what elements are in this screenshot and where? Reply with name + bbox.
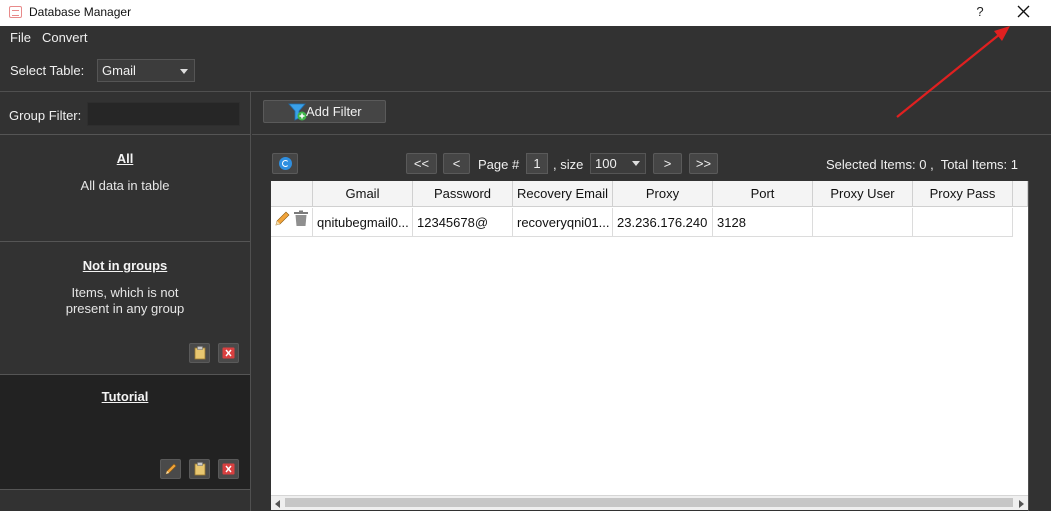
copy-group-button[interactable] <box>189 343 210 363</box>
column-header-filler <box>1013 181 1028 207</box>
divider <box>252 134 1051 135</box>
clipboard-icon <box>194 346 205 360</box>
help-button[interactable]: ? <box>970 2 990 22</box>
group-filter-input[interactable] <box>87 102 240 126</box>
title-bar: Database Manager ? <box>0 0 1051 26</box>
grid-cell[interactable]: qnitubegmail0... <box>313 208 413 237</box>
filter-add-icon <box>288 103 307 121</box>
delete-icon <box>222 347 235 359</box>
last-page-button[interactable]: >> <box>689 153 718 174</box>
column-header[interactable]: Port <box>713 181 813 207</box>
copy-group-button[interactable] <box>189 459 210 479</box>
edit-row-button[interactable] <box>274 208 291 237</box>
row-actions <box>271 208 313 237</box>
group-card-not-in-groups[interactable]: Not in groups Items, which is not presen… <box>0 241 250 374</box>
group-title: All <box>116 151 134 166</box>
page-size-dropdown[interactable]: 100 <box>590 153 646 174</box>
column-header[interactable]: Recovery Email <box>513 181 613 207</box>
group-list-footer <box>0 489 250 511</box>
scroll-left-icon[interactable] <box>275 500 280 508</box>
grid-cell[interactable]: 3128 <box>713 208 813 237</box>
column-header[interactable]: Gmail <box>313 181 413 207</box>
chevron-down-icon <box>180 69 188 74</box>
menu-bar: File Convert <box>0 27 1051 49</box>
column-header[interactable]: Proxy <box>613 181 713 207</box>
delete-row-button[interactable] <box>293 208 309 237</box>
group-description: present in any group <box>65 301 185 316</box>
menu-file[interactable]: File <box>5 27 36 49</box>
page-label: Page # <box>478 157 520 172</box>
column-header[interactable]: Proxy Pass <box>913 181 1013 207</box>
group-description: Items, which is not <box>71 285 179 300</box>
selected-items-label: Selected Items: <box>826 157 916 172</box>
refresh-icon <box>279 157 292 170</box>
total-items-label: Total Items: <box>940 157 1008 172</box>
add-filter-label: Add Filter <box>306 104 362 119</box>
next-page-button[interactable]: > <box>653 153 682 174</box>
scrollbar-thumb[interactable] <box>285 498 1013 507</box>
grid-cell[interactable]: 12345678@ <box>413 208 513 237</box>
group-description: All data in table <box>80 178 170 193</box>
first-page-button[interactable]: << <box>406 153 437 174</box>
close-icon <box>1017 5 1030 18</box>
table-row[interactable]: qnitubegmail0... 12345678@ recoveryqni01… <box>271 208 1013 237</box>
delete-group-button[interactable] <box>218 343 239 363</box>
select-table-label: Select Table: <box>10 63 85 78</box>
actions-column-header <box>271 181 313 207</box>
groups-panel: Group Filter: All All data in table Not … <box>0 92 251 511</box>
grid-cell[interactable]: 23.236.176.240 <box>613 208 713 237</box>
grid-header: Gmail Password Recovery Email Proxy Port… <box>271 181 1028 207</box>
group-filter-label: Group Filter: <box>9 108 82 123</box>
pencil-icon <box>275 211 290 226</box>
trash-icon <box>294 210 308 226</box>
total-items-value: 1 <box>1010 157 1019 172</box>
horizontal-scrollbar[interactable] <box>271 495 1028 510</box>
size-label: , size <box>553 157 584 172</box>
data-grid[interactable]: Gmail Password Recovery Email Proxy Port… <box>271 181 1028 495</box>
divider <box>1028 181 1029 511</box>
delete-icon <box>222 463 235 475</box>
group-title: Not in groups <box>82 258 168 273</box>
scroll-right-icon[interactable] <box>1019 500 1024 508</box>
pencil-icon <box>165 463 176 475</box>
prev-page-button[interactable]: < <box>443 153 470 174</box>
menu-convert[interactable]: Convert <box>37 27 93 49</box>
table-select-dropdown[interactable]: Gmail <box>97 59 195 82</box>
refresh-button[interactable] <box>272 153 298 174</box>
group-title: Tutorial <box>101 389 149 404</box>
window-title: Database Manager <box>29 5 132 19</box>
add-filter-button[interactable]: Add Filter <box>263 100 386 123</box>
column-header[interactable]: Proxy User <box>813 181 913 207</box>
close-button[interactable] <box>1008 0 1040 24</box>
item-counts: Selected Items: 0 , Total Items: 1 <box>826 157 1019 172</box>
selected-items-value: 0 <box>919 157 927 172</box>
clipboard-icon <box>194 462 205 476</box>
chevron-down-icon <box>632 161 640 166</box>
app-icon <box>9 6 22 18</box>
edit-group-button[interactable] <box>160 459 181 479</box>
grid-cell[interactable] <box>913 208 1013 237</box>
table-select-value: Gmail <box>102 63 136 78</box>
grid-cell[interactable] <box>813 208 913 237</box>
group-card-all[interactable]: All All data in table <box>0 134 250 241</box>
group-card-tutorial[interactable]: Tutorial <box>0 374 250 489</box>
page-size-value: 100 <box>595 156 617 171</box>
grid-cell[interactable]: recoveryqni01... <box>513 208 613 237</box>
page-number-input[interactable]: 1 <box>526 153 548 174</box>
delete-group-button[interactable] <box>218 459 239 479</box>
column-header[interactable]: Password <box>413 181 513 207</box>
